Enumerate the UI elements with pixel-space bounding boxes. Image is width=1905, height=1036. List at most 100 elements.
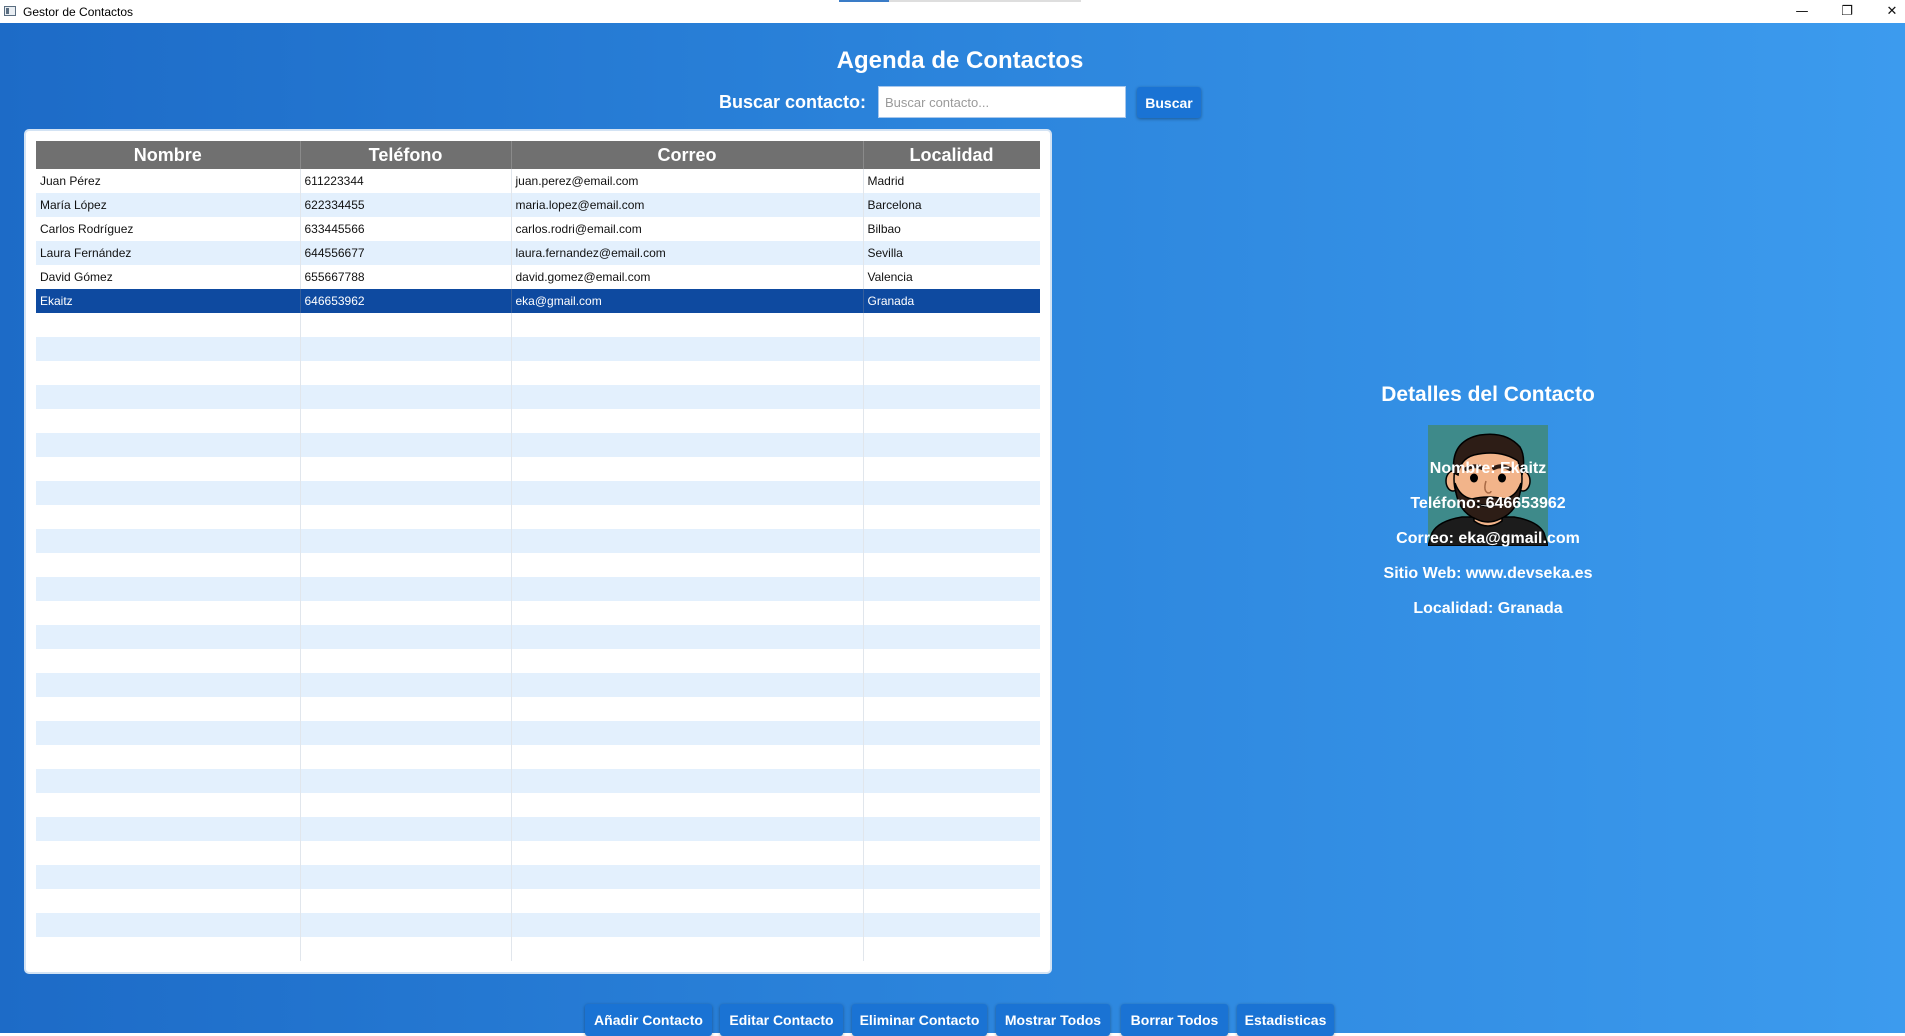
- table-cell: Juan Pérez: [36, 169, 301, 193]
- table-cell: [511, 649, 864, 673]
- table-cell: [36, 457, 301, 481]
- column-header-nombre[interactable]: Nombre: [36, 141, 301, 169]
- table-cell: [36, 649, 301, 673]
- delete-all-button[interactable]: Borrar Todos: [1121, 1004, 1228, 1036]
- empty-table-row: [36, 721, 1040, 745]
- add-contact-button[interactable]: Añadir Contacto: [585, 1004, 712, 1036]
- contacts-table-viewport[interactable]: Nombre Teléfono Correo Localidad Juan Pé…: [36, 141, 1040, 961]
- column-header-localidad[interactable]: Localidad: [863, 141, 1040, 169]
- table-cell: [863, 673, 1040, 697]
- table-cell: [511, 433, 864, 457]
- table-cell: [863, 553, 1040, 577]
- empty-table-row: [36, 529, 1040, 553]
- close-button[interactable]: ✕: [1870, 0, 1905, 22]
- minimize-button[interactable]: —: [1780, 0, 1824, 22]
- table-cell: [36, 481, 301, 505]
- empty-table-row: [36, 553, 1040, 577]
- table-cell: [36, 577, 301, 601]
- table-row[interactable]: Juan Pérez 611223344 juan.perez@email.com M…: [36, 169, 1040, 193]
- table-cell: [863, 913, 1040, 937]
- table-cell: [511, 673, 864, 697]
- empty-table-row: [36, 697, 1040, 721]
- table-cell: [36, 697, 301, 721]
- table-cell: [36, 529, 301, 553]
- table-cell: [300, 361, 512, 385]
- empty-table-row: [36, 889, 1040, 913]
- table-cell: [511, 313, 864, 337]
- table-cell: [300, 793, 512, 817]
- contacts-table-panel: Nombre Teléfono Correo Localidad Juan Pé…: [24, 129, 1052, 974]
- table-cell: [300, 457, 512, 481]
- table-cell: [300, 313, 512, 337]
- table-cell: Bilbao: [863, 217, 1040, 241]
- table-row[interactable]: Laura Fernández 644556677 laura.fernandez@…: [36, 241, 1040, 265]
- table-cell: [300, 409, 512, 433]
- table-cell: 611223344: [300, 169, 512, 193]
- table-cell: [511, 529, 864, 553]
- bearded-man-avatar-icon: [1428, 425, 1548, 546]
- table-cell: [36, 841, 301, 865]
- table-cell: [511, 457, 864, 481]
- contact-avatar: [1428, 425, 1548, 546]
- table-cell: [511, 865, 864, 889]
- empty-table-row: [36, 625, 1040, 649]
- show-all-button[interactable]: Mostrar Todos: [996, 1004, 1110, 1036]
- table-cell: [863, 433, 1040, 457]
- table-cell: [300, 841, 512, 865]
- table-cell: [863, 529, 1040, 553]
- table-cell: [511, 409, 864, 433]
- table-cell: [300, 937, 512, 961]
- table-cell: Madrid: [863, 169, 1040, 193]
- table-row[interactable]: Carlos Rodríguez 633445566 carlos.rodri@em…: [36, 217, 1040, 241]
- table-cell: [511, 553, 864, 577]
- search-input[interactable]: [878, 86, 1126, 118]
- table-cell: [300, 601, 512, 625]
- table-cell: [511, 601, 864, 625]
- search-button[interactable]: Buscar: [1137, 87, 1201, 118]
- edit-contact-button[interactable]: Editar Contacto: [720, 1004, 843, 1036]
- table-cell: [36, 817, 301, 841]
- table-cell: [36, 433, 301, 457]
- table-row[interactable]: Ekaitz 646653962 eka@gmail.com Granada: [36, 289, 1040, 313]
- table-cell: 646653962: [300, 289, 512, 313]
- detail-correo: Correo: eka@gmail.com: [1396, 530, 1580, 547]
- table-cell: David Gómez: [36, 265, 301, 289]
- table-row[interactable]: María López 622334455 maria.lopez@email.co…: [36, 193, 1040, 217]
- restore-button[interactable]: ❐: [1825, 0, 1869, 22]
- table-cell: [36, 313, 301, 337]
- table-cell: [36, 937, 301, 961]
- table-cell: [511, 625, 864, 649]
- table-cell: [300, 337, 512, 361]
- table-cell: 622334455: [300, 193, 512, 217]
- detail-localidad: Localidad: Granada: [1413, 600, 1563, 617]
- delete-contact-button[interactable]: Eliminar Contacto: [852, 1004, 987, 1036]
- empty-table-row: [36, 505, 1040, 529]
- column-header-correo[interactable]: Correo: [511, 141, 864, 169]
- table-cell: laura.fernandez@email.com: [511, 241, 864, 265]
- table-cell: [863, 745, 1040, 769]
- table-cell: Barcelona: [863, 193, 1040, 217]
- empty-table-row: [36, 937, 1040, 961]
- empty-table-row: [36, 457, 1040, 481]
- table-cell: [511, 577, 864, 601]
- detail-sitio-web: Sitio Web: www.devseka.es: [1383, 565, 1593, 582]
- empty-table-row: [36, 481, 1040, 505]
- table-cell: [863, 649, 1040, 673]
- table-cell: david.gomez@email.com: [511, 265, 864, 289]
- table-cell: [511, 937, 864, 961]
- column-header-telefono[interactable]: Teléfono: [300, 141, 512, 169]
- empty-table-row: [36, 913, 1040, 937]
- table-cell: [863, 601, 1040, 625]
- statistics-button[interactable]: Estadisticas: [1237, 1004, 1334, 1036]
- table-cell: [511, 481, 864, 505]
- empty-table-row: [36, 673, 1040, 697]
- table-cell: [863, 817, 1040, 841]
- empty-table-row: [36, 745, 1040, 769]
- table-cell: [511, 385, 864, 409]
- table-cell: [36, 625, 301, 649]
- table-cell: [863, 889, 1040, 913]
- table-cell: [511, 505, 864, 529]
- table-cell: [300, 817, 512, 841]
- table-row[interactable]: David Gómez 655667788 david.gomez@email.co…: [36, 265, 1040, 289]
- contacts-table: Nombre Teléfono Correo Localidad Juan Pé…: [36, 141, 1040, 961]
